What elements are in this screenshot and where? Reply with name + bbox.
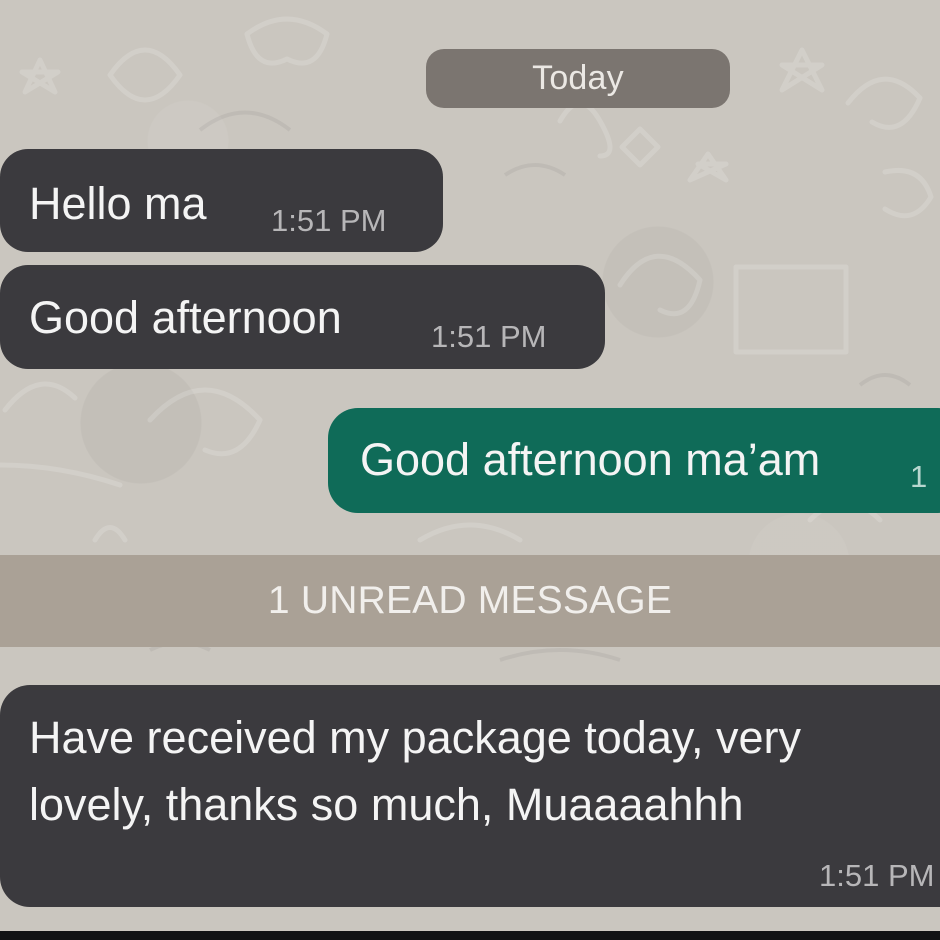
bottom-edge-strip xyxy=(0,931,940,940)
unread-message-divider: 1 UNREAD MESSAGE xyxy=(0,555,940,647)
message-time: 1:51 PM xyxy=(819,858,935,893)
message-text: Good afternoon xyxy=(29,292,342,343)
chat-background: Today Hello ma 1:51 PM Good afternoon 1:… xyxy=(0,0,940,940)
message-time: 1:51 PM xyxy=(271,203,387,238)
message-text-line-2: lovely, thanks so much, Muaaaahhh xyxy=(29,779,744,830)
message-text: Good afternoon ma’am xyxy=(360,434,821,485)
message-text-line-1: Have received my package today, very xyxy=(29,712,802,763)
message-time: 1:51 PM xyxy=(431,319,547,354)
date-separator: Today xyxy=(426,49,730,108)
message-text: Hello ma xyxy=(29,178,207,229)
message-time: 1 xyxy=(910,459,928,494)
